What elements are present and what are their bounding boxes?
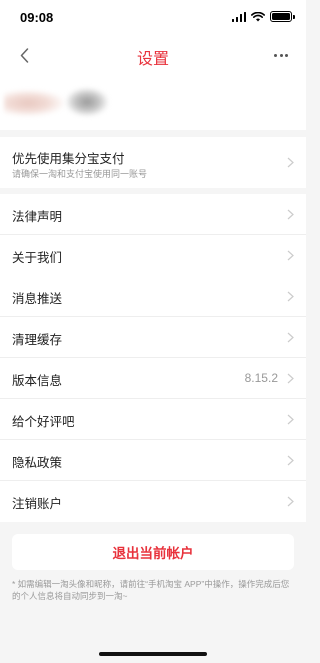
chevron-right-icon xyxy=(287,250,294,261)
nickname-blurred xyxy=(66,88,108,116)
logout-button[interactable]: 退出当前帐户 xyxy=(12,534,294,570)
more-icon[interactable] xyxy=(270,46,292,64)
chevron-right-icon xyxy=(287,157,294,168)
settings-group-general: 消息推送 清理缓存 版本信息 8.15.2 给个好评吧 隐私政策 注销账户 xyxy=(0,276,306,522)
setting-label: 法律声明 xyxy=(12,210,63,224)
chevron-right-icon xyxy=(287,373,294,384)
setting-label: 关于我们 xyxy=(12,251,63,265)
home-indicator xyxy=(99,652,207,656)
setting-row-legal[interactable]: 法律声明 xyxy=(0,194,306,235)
chevron-right-icon xyxy=(287,291,294,302)
status-icons xyxy=(231,11,295,22)
nav-bar: 设置 xyxy=(0,34,306,76)
setting-label: 清理缓存 xyxy=(12,333,63,347)
profile-header[interactable] xyxy=(0,76,306,130)
setting-label: 优先使用集分宝支付 xyxy=(12,152,125,166)
chevron-right-icon xyxy=(287,496,294,507)
chevron-right-icon xyxy=(287,414,294,425)
status-time: 09:08 xyxy=(20,10,54,25)
setting-row-version[interactable]: 版本信息 8.15.2 xyxy=(0,358,306,399)
signal-icon xyxy=(231,11,246,22)
setting-label: 注销账户 xyxy=(12,497,63,511)
settings-group-payment: 优先使用集分宝支付 请确保一淘和支付宝使用同一账号 xyxy=(0,137,306,188)
setting-label: 消息推送 xyxy=(12,292,63,306)
setting-row-rate-app[interactable]: 给个好评吧 xyxy=(0,399,306,440)
status-bar: 09:08 xyxy=(0,0,306,34)
chevron-right-icon xyxy=(287,209,294,220)
avatar xyxy=(4,90,64,116)
setting-row-clear-cache[interactable]: 清理缓存 xyxy=(0,317,306,358)
settings-group-about: 法律声明 关于我们 xyxy=(0,194,306,276)
chevron-right-icon xyxy=(287,455,294,466)
wifi-icon xyxy=(251,11,265,21)
setting-row-about-us[interactable]: 关于我们 xyxy=(0,235,306,276)
profile-edit-footnote: * 如需编辑一淘头像和昵称，请前往“手机淘宝 APP”中操作，操作完成后您的个人… xyxy=(12,579,290,601)
setting-row-jifenbao-pay[interactable]: 优先使用集分宝支付 请确保一淘和支付宝使用同一账号 xyxy=(0,137,306,188)
chevron-right-icon xyxy=(287,332,294,343)
battery-icon xyxy=(270,11,295,22)
setting-row-push[interactable]: 消息推送 xyxy=(0,276,306,317)
setting-label: 给个好评吧 xyxy=(12,415,75,429)
setting-row-privacy[interactable]: 隐私政策 xyxy=(0,440,306,481)
page-title: 设置 xyxy=(136,51,169,68)
setting-sublabel: 请确保一淘和支付宝使用同一账号 xyxy=(12,169,148,179)
setting-label: 版本信息 xyxy=(12,374,63,388)
version-value: 8.15.2 xyxy=(244,371,278,385)
setting-label: 隐私政策 xyxy=(12,456,63,470)
setting-row-delete-account[interactable]: 注销账户 xyxy=(0,481,306,522)
